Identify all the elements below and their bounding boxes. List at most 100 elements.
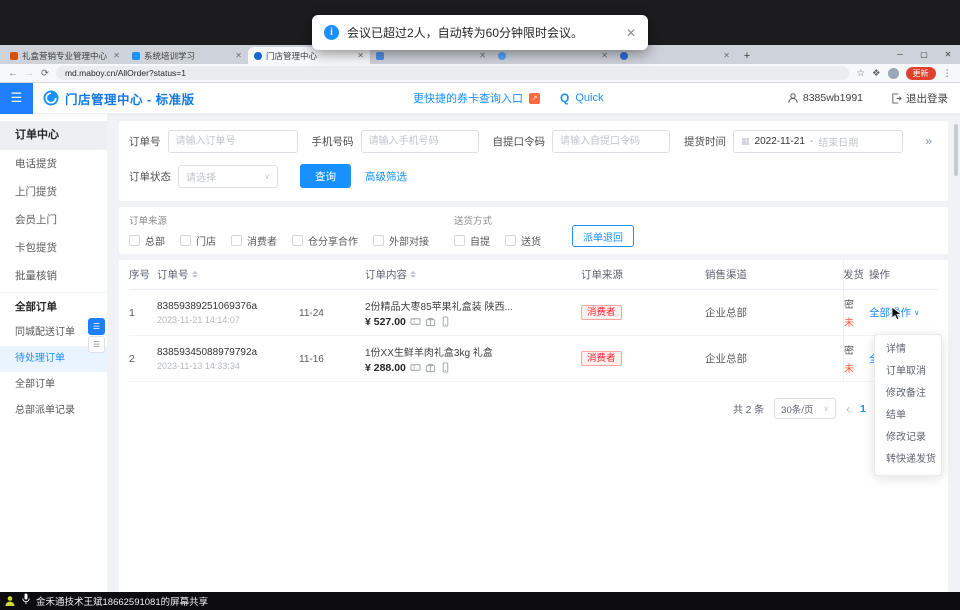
forward-icon[interactable]: → xyxy=(25,68,35,79)
sidebar-item-member-pickup[interactable]: 会员上门 xyxy=(0,206,107,234)
checkbox-hq[interactable]: 总部 xyxy=(129,233,165,248)
date-range-picker[interactable]: ▦ 2022-11-21 - 结束日期 xyxy=(733,130,903,153)
cell-channel: 企业总部 xyxy=(705,305,843,320)
browser-tab-1[interactable]: 礼盒营销专业管理中心 ✕ xyxy=(4,47,126,64)
user-chip[interactable]: 8385wb1991 xyxy=(787,92,863,104)
browser-address-bar: ← → ⟳ md.maboy.cn/AllOrder?status=1 ☆ ❖ … xyxy=(0,64,960,83)
quick-link-label[interactable]: Quick xyxy=(575,92,603,104)
order-status-select[interactable]: 请选择 ∨ xyxy=(178,165,278,188)
bookmark-star-icon[interactable]: ☆ xyxy=(856,68,865,79)
menu-item-detail[interactable]: 详情 xyxy=(875,339,941,361)
browser-menu-kebab-icon[interactable]: ⋮ xyxy=(943,68,953,79)
external-link-icon[interactable]: ↗ xyxy=(529,93,540,104)
user-icon xyxy=(787,92,799,104)
select-placeholder: 请选择 xyxy=(186,169,216,184)
current-page[interactable]: 1 xyxy=(860,403,866,415)
tab-close-icon[interactable]: ✕ xyxy=(723,51,730,60)
checkbox-delivery[interactable]: 送货 xyxy=(505,233,541,248)
tab-title: 系统培训学习 xyxy=(144,50,231,62)
sidebar-item-hq-dispatch-records[interactable]: 总部派单记录 xyxy=(0,398,107,424)
menu-item-express-ship[interactable]: 转快递发货 xyxy=(875,449,941,471)
sidebar-group-all-orders[interactable]: 全部订单 xyxy=(0,292,107,320)
quick-q-icon[interactable]: Q xyxy=(560,91,569,105)
sidebar-item-door-pickup[interactable]: 上门提货 xyxy=(0,178,107,206)
checkbox-label: 消费者 xyxy=(247,233,277,248)
checkbox-store[interactable]: 门店 xyxy=(180,233,216,248)
checkbox-warehouse-share[interactable]: 仓分享合作 xyxy=(292,233,358,248)
col-content[interactable]: 订单内容 xyxy=(365,267,581,282)
logout-button[interactable]: 退出登录 xyxy=(891,91,948,106)
menu-item-edit-remark[interactable]: 修改备注 xyxy=(875,383,941,405)
collapse-filters-icon[interactable]: » xyxy=(925,134,932,148)
phone-input[interactable] xyxy=(361,130,479,153)
advanced-filter-link[interactable]: 高级筛选 xyxy=(365,169,407,184)
sidebar-toggle-button[interactable]: ☰ xyxy=(0,83,33,114)
minimize-icon[interactable]: ─ xyxy=(888,45,912,64)
sort-icon[interactable] xyxy=(192,271,198,278)
floating-menu-button[interactable]: ☰ xyxy=(88,336,105,353)
dispatch-return-button[interactable]: 派单退回 xyxy=(572,225,634,247)
tab-close-icon[interactable]: ✕ xyxy=(357,51,364,60)
close-icon[interactable]: ✕ xyxy=(626,26,636,40)
order-time: 2023-11-21 14:14:07 xyxy=(157,315,299,325)
extensions-icon[interactable]: ❖ xyxy=(872,68,881,79)
page-size-select[interactable]: 30条/页 ∨ xyxy=(774,398,836,419)
info-icon: i xyxy=(324,25,339,40)
logout-label: 退出登录 xyxy=(906,91,948,106)
sidebar-item-card-pickup[interactable]: 卡包提货 xyxy=(0,234,107,262)
sidebar-item-all-orders[interactable]: 全部订单 xyxy=(0,372,107,398)
total-count: 共 2 条 xyxy=(733,401,764,416)
checkbox-self-pickup[interactable]: 自提 xyxy=(454,233,490,248)
checkbox-consumer[interactable]: 消费者 xyxy=(231,233,277,248)
calendar-icon: ▦ xyxy=(741,136,750,147)
browser-profile-avatar[interactable] xyxy=(888,68,899,79)
floating-tool-button[interactable]: ☰ xyxy=(88,318,105,335)
brand: 门店管理中心 - 标准版 xyxy=(43,89,195,108)
order-number: 83859389251069376a xyxy=(157,301,299,312)
hamburger-icon: ☰ xyxy=(11,90,23,106)
search-button[interactable]: 查询 xyxy=(300,164,351,188)
back-icon[interactable]: ← xyxy=(8,68,18,79)
menu-item-cancel-order[interactable]: 订单取消 xyxy=(875,361,941,383)
cell-source: 消费者 xyxy=(581,351,705,366)
filter-panel: 订单号 手机号码 自提口令码 提货时间 ▦ 2022-11-21 - 结束日期 xyxy=(119,121,948,201)
close-window-icon[interactable]: ✕ xyxy=(936,45,960,64)
new-tab-button[interactable]: + xyxy=(739,48,755,64)
browser-tab-2[interactable]: 系统培训学习 ✕ xyxy=(126,47,248,64)
browser-update-button[interactable]: 更新 xyxy=(906,67,936,80)
prev-page-button[interactable]: ‹ xyxy=(846,402,850,416)
tab-close-icon[interactable]: ✕ xyxy=(479,51,486,60)
microphone-icon xyxy=(22,592,30,610)
order-no-input[interactable] xyxy=(168,130,298,153)
coupon-query-link[interactable]: 更快捷的券卡查询入口 xyxy=(413,90,523,106)
action-label: 全部操作 xyxy=(869,305,911,320)
phone-icon xyxy=(440,362,451,373)
tab-close-icon[interactable]: ✕ xyxy=(235,51,242,60)
page-scrollbar[interactable] xyxy=(954,124,958,176)
sidebar-item-phone-pickup[interactable]: 电话提货 xyxy=(0,150,107,178)
menu-item-edit-records[interactable]: 修改记录 xyxy=(875,427,941,449)
ship-fragment-2: 未 xyxy=(844,360,863,375)
table-row: 1 83859389251069376a 2023-11-21 14:14:07… xyxy=(129,290,938,336)
user-area: 8385wb1991 退出登录 xyxy=(787,91,948,106)
source-filter-panel: 订单来源 总部 门店 消费者 仓分享合作 外部对接 送货方式 自提 送货 xyxy=(119,207,948,254)
sidebar-item-order-center[interactable]: 订单中心 xyxy=(0,121,107,150)
menu-item-close-order[interactable]: 结单 xyxy=(875,405,941,427)
col-order-no[interactable]: 订单号 xyxy=(157,267,299,282)
refresh-icon[interactable]: ⟳ xyxy=(41,68,49,79)
tab-title: 礼盒营销专业管理中心 xyxy=(22,50,109,62)
url-text: md.maboy.cn/AllOrder?status=1 xyxy=(65,68,186,78)
pickup-code-input[interactable] xyxy=(552,130,670,153)
sidebar-item-batch-verify[interactable]: 批量核销 xyxy=(0,262,107,290)
checkbox-external[interactable]: 外部对接 xyxy=(373,233,429,248)
ship-fragment-1: 密 xyxy=(844,296,863,311)
col-source: 订单来源 xyxy=(581,267,705,282)
maximize-icon[interactable]: ▢ xyxy=(912,45,936,64)
tab-close-icon[interactable]: ✕ xyxy=(601,51,608,60)
meeting-toast: i 会议已超过2人，自动转为60分钟限时会议。 ✕ xyxy=(312,15,648,50)
tab-close-icon[interactable]: ✕ xyxy=(113,51,120,60)
source-tag: 消费者 xyxy=(581,351,622,366)
url-omnibox[interactable]: md.maboy.cn/AllOrder?status=1 xyxy=(56,66,849,80)
page-size-value: 30条/页 xyxy=(781,402,813,416)
sort-icon[interactable] xyxy=(410,271,416,278)
